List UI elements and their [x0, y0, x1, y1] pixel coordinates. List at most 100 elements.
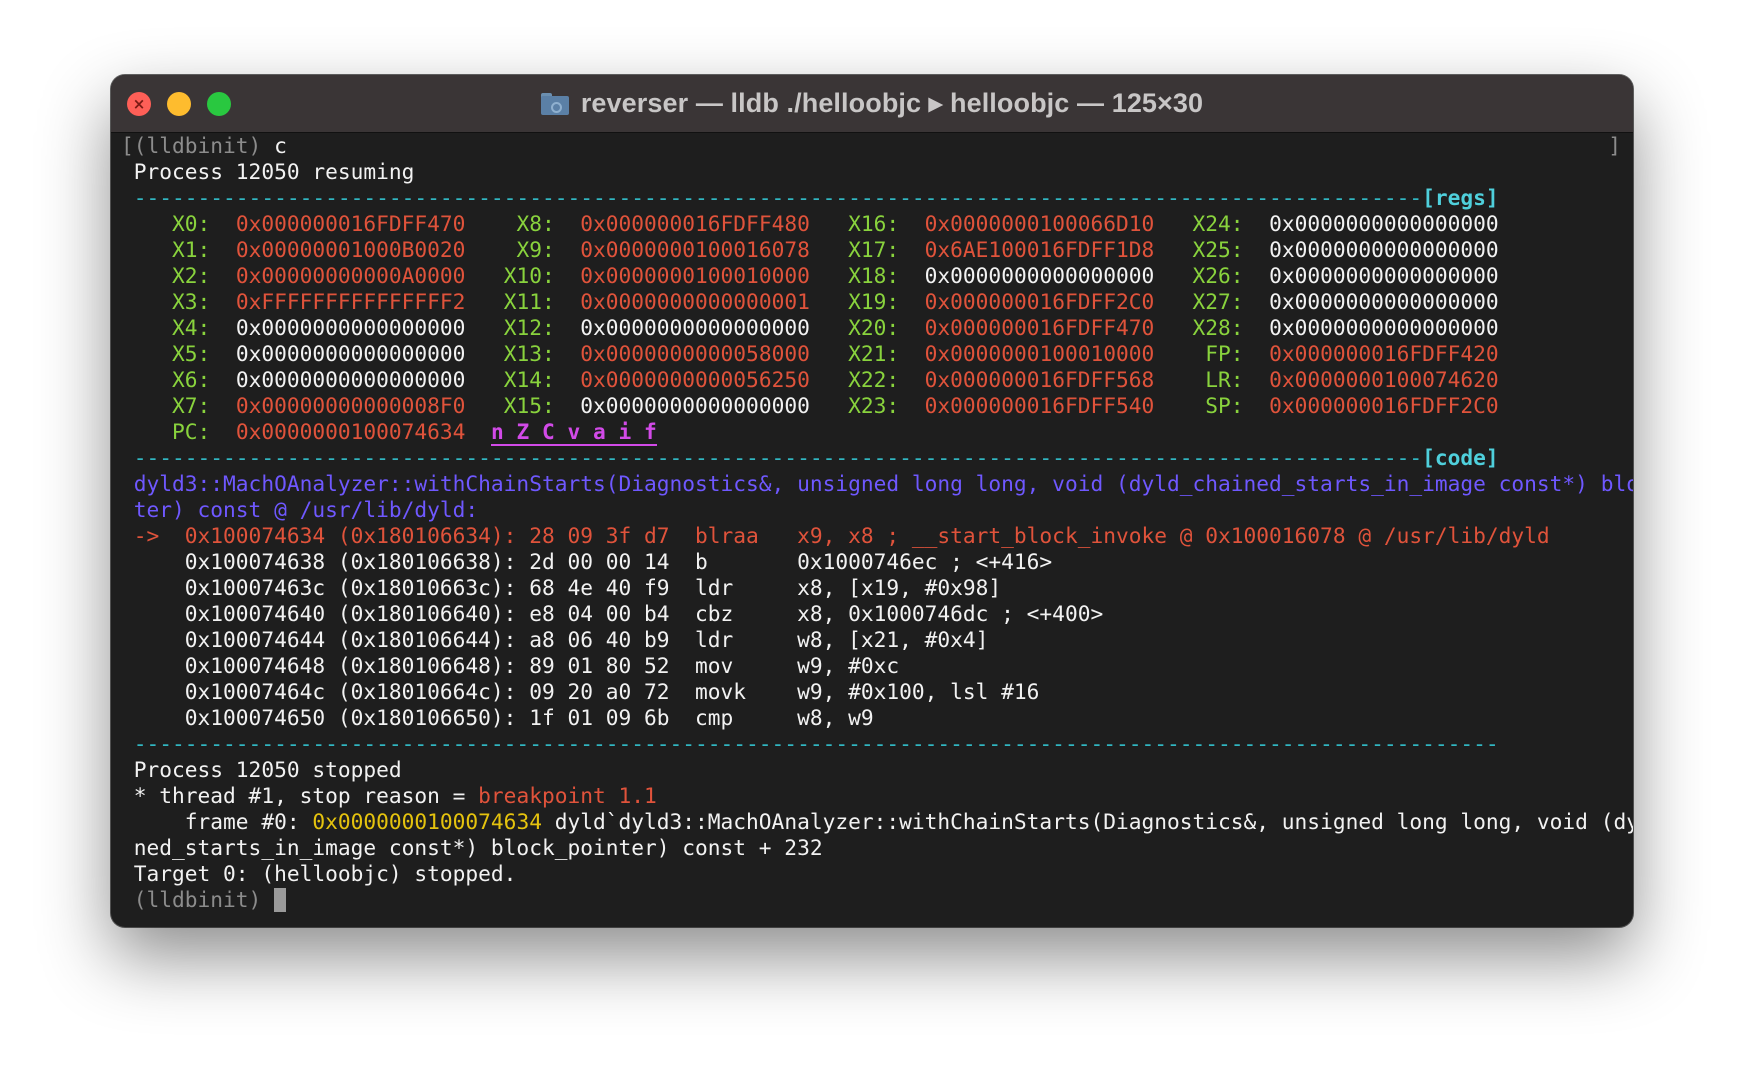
frame-text: frame #0: [121, 809, 313, 834]
regs-label: [regs] [1422, 185, 1499, 210]
terminal-window: × reverser — lldb ./helloobjc ▸ helloobj… [111, 75, 1633, 927]
register-name: LR: [1179, 367, 1270, 392]
instruction-text: 0x100074644 (0x180106644): a8 06 40 b9 l… [121, 627, 989, 652]
register-name: X11: [490, 289, 581, 314]
instruction-row: 0x100074640 (0x180106640): e8 04 00 b4 c… [121, 601, 1103, 627]
register-value: 0x0000000100074620 [1269, 367, 1499, 392]
register-row: X3: 0xFFFFFFFFFFFFFFF2 X11: 0x0000000000… [121, 289, 1499, 315]
register-row: X2: 0x00000000000A0000 X10: 0x0000000100… [121, 263, 1499, 289]
register-name: X18: [835, 263, 925, 288]
separator-dashes: ----------------------------------------… [121, 185, 1423, 210]
prompt: [(lldbinit) [121, 133, 262, 158]
register-value: 0x0000000000000000 [580, 393, 810, 418]
register-value: 0x0000000000000000 [924, 263, 1155, 288]
register-name: X16: [835, 211, 925, 236]
register-name: X9: [490, 237, 581, 262]
thread-line: * thread #1, stop reason = breakpoint 1.… [121, 783, 657, 809]
register-name: X13: [490, 341, 581, 366]
register-name: X20: [835, 315, 925, 340]
register-name: X14: [490, 367, 581, 392]
register-row: X4: 0x0000000000000000 X12: 0x0000000000… [121, 315, 1499, 341]
register-row-pc: PC: 0x0000000100074634 n Z C v a i f [121, 419, 657, 446]
frame-text: dyld`dyld3::MachOAnalyzer::withChainStar… [541, 809, 1633, 834]
register-value: 0x0000000000000000 [1269, 211, 1499, 236]
register-name: X22: [835, 367, 925, 392]
register-value: 0x0000000000000000 [1269, 315, 1499, 340]
register-value: 0x000000016FDFF420 [1269, 341, 1499, 366]
register-value: 0x0000000000058000 [580, 341, 810, 366]
register-value: 0x00000001000B0020 [235, 237, 466, 262]
register-name: X4: [146, 315, 236, 340]
register-name: X1: [146, 237, 236, 262]
thread-text: * thread #1, stop reason = [121, 783, 479, 808]
register-name: FP: [1179, 341, 1270, 366]
register-value: 0xFFFFFFFFFFFFFFF2 [235, 289, 466, 314]
register-name: X27: [1179, 289, 1270, 314]
instruction-row: 0x100074648 (0x180106648): 89 01 80 52 m… [121, 653, 899, 679]
frame-address: 0x0000000100074634 [312, 809, 542, 834]
register-name: X10: [490, 263, 581, 288]
register-row: X1: 0x00000001000B0020 X9: 0x00000001000… [121, 237, 1499, 263]
register-value: 0x000000016FDFF568 [924, 367, 1155, 392]
regs-separator: ----------------------------------------… [121, 185, 1499, 211]
register-name: X5: [146, 341, 236, 366]
function-signature: ter) const @ /usr/lib/dyld: [121, 497, 479, 522]
folder-icon [540, 92, 569, 115]
instruction-text: -> 0x100074634 (0x180106634): 28 09 3f d… [121, 523, 1550, 548]
register-value: 0x000000016FDFF540 [924, 393, 1155, 418]
register-row: X7: 0x00000000000008F0 X15: 0x0000000000… [121, 393, 1499, 419]
register-name: X26: [1179, 263, 1270, 288]
frame-line: ned_starts_in_image const*) block_pointe… [121, 835, 823, 861]
stopped-line: Process 12050 stopped [121, 757, 402, 783]
instruction-row: 0x100074650 (0x180106650): 1f 01 09 6b c… [121, 705, 874, 731]
instruction-text: 0x100074640 (0x180106640): e8 04 00 b4 c… [121, 601, 1104, 626]
register-value: 0x0000000100010000 [924, 341, 1155, 366]
instruction-text: 0x10007464c (0x18010664c): 09 20 a0 72 m… [121, 679, 1040, 704]
register-value: 0x0000000100010000 [580, 263, 810, 288]
status-text: Process 12050 resuming [121, 159, 415, 184]
register-name: X23: [835, 393, 925, 418]
register-name: PC: [146, 419, 236, 444]
register-name: X28: [1179, 315, 1270, 340]
register-value: 0x000000016FDFF2C0 [1269, 393, 1499, 418]
prompt: (lldbinit) [121, 887, 275, 912]
terminal-output[interactable]: [(lldbinit) c] Process 12050 resuming --… [121, 133, 1633, 927]
register-value: 0x0000000000056250 [580, 367, 810, 392]
register-name: X7: [146, 393, 236, 418]
register-value: 0x000000016FDFF470 [924, 315, 1155, 340]
register-row: X6: 0x0000000000000000 X14: 0x0000000000… [121, 367, 1499, 393]
code-label: [code] [1422, 445, 1499, 470]
text-cursor[interactable] [274, 888, 287, 912]
register-value: 0x0000000000000000 [1269, 289, 1499, 314]
end-separator: ----------------------------------------… [121, 731, 1499, 757]
function-header: ter) const @ /usr/lib/dyld: [121, 497, 478, 523]
status-text: Process 12050 stopped [121, 757, 402, 782]
register-value: 0x0000000000000001 [580, 289, 810, 314]
register-name: X19: [835, 289, 925, 314]
command-line: [(lldbinit) c [121, 133, 287, 159]
register-value: 0x6AE100016FDFF1D8 [924, 237, 1155, 262]
separator-dashes: ----------------------------------------… [121, 445, 1423, 470]
title-bar[interactable]: × reverser — lldb ./helloobjc ▸ helloobj… [111, 75, 1633, 133]
